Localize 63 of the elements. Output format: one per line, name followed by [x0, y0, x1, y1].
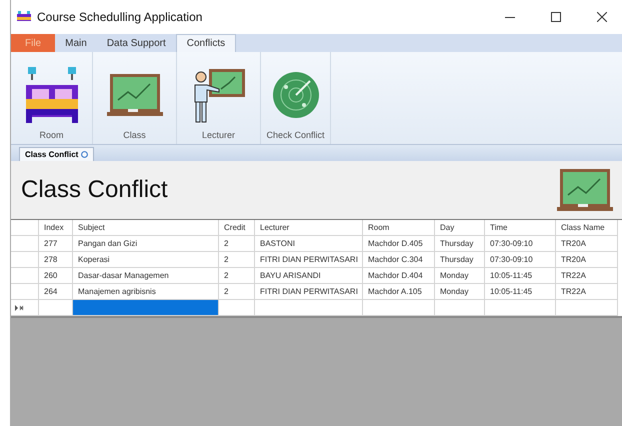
table-cell: Machdor D.404 — [363, 268, 435, 284]
row-header[interactable] — [11, 268, 39, 284]
table-cell: TR22A — [556, 268, 618, 284]
ribbon-button[interactable]: Lecturer — [177, 52, 261, 144]
bed-icon — [24, 65, 80, 125]
table-cell: BASTONI — [255, 236, 363, 252]
table-cell: Pangan dan Gizi — [73, 236, 219, 252]
ribbon-button[interactable]: Room — [11, 52, 93, 144]
table-cell: 2 — [219, 236, 255, 252]
table-cell: Machdor D.405 — [363, 236, 435, 252]
column-header[interactable]: Time — [485, 220, 556, 236]
table-cell: 07:30-09:10 — [485, 236, 556, 252]
row-header[interactable] — [11, 236, 39, 252]
ribbon-button[interactable]: Class — [93, 52, 177, 144]
table-cell: TR20A — [556, 236, 618, 252]
table-cell: 277 — [39, 236, 73, 252]
table-cell: Thursday — [435, 236, 485, 252]
table-cell: 10:05-11:45 — [485, 268, 556, 284]
ribbon-tab[interactable]: Data Support — [96, 34, 176, 52]
column-header[interactable]: Credit — [219, 220, 255, 236]
table-cell: 260 — [39, 268, 73, 284]
ribbon-tab[interactable]: Conflicts — [176, 34, 236, 52]
ribbon-button[interactable]: Check Conflict — [261, 52, 331, 144]
window-title: Course Schedulling Application — [37, 10, 204, 24]
chalkboard-icon — [106, 72, 164, 118]
new-row-cell[interactable] — [73, 300, 219, 316]
radar-icon — [272, 71, 320, 119]
table-cell: 2 — [219, 268, 255, 284]
column-header[interactable]: Room — [363, 220, 435, 236]
table-cell: 264 — [39, 284, 73, 300]
table-cell: Koperasi — [73, 252, 219, 268]
table-cell: TR20A — [556, 252, 618, 268]
chalkboard-icon — [556, 167, 614, 213]
table-cell: Monday — [435, 284, 485, 300]
maximize-icon[interactable] — [551, 12, 561, 22]
table-cell: 2 — [219, 284, 255, 300]
column-header[interactable]: Index — [39, 220, 73, 236]
ribbon-tab[interactable]: Main — [55, 34, 97, 52]
table-cell: 2 — [219, 252, 255, 268]
column-header[interactable]: Class Name — [556, 220, 618, 236]
table-cell: 07:30-09:10 — [485, 252, 556, 268]
table-cell: FITRI DIAN PERWITASARI — [255, 284, 363, 300]
table-cell: Machdor A.105 — [363, 284, 435, 300]
table-cell: Thursday — [435, 252, 485, 268]
column-header[interactable]: Day — [435, 220, 485, 236]
app-icon — [17, 11, 31, 23]
table-cell: TR22A — [556, 284, 618, 300]
row-header[interactable] — [11, 252, 39, 268]
document-tab[interactable]: Class Conflict — [19, 147, 94, 161]
column-header[interactable]: Lecturer — [255, 220, 363, 236]
minimize-icon[interactable] — [505, 16, 515, 18]
table-cell: BAYU ARISANDI — [255, 268, 363, 284]
column-header[interactable]: Subject — [73, 220, 219, 236]
row-header[interactable] — [11, 284, 39, 300]
table-cell: FITRI DIAN PERWITASARI — [255, 252, 363, 268]
table-cell: Dasar-dasar Managemen — [73, 268, 219, 284]
table-cell: Monday — [435, 268, 485, 284]
corner-header — [11, 220, 39, 236]
new-row-icon — [15, 304, 24, 310]
table-cell: 10:05-11:45 — [485, 284, 556, 300]
table-cell: 278 — [39, 252, 73, 268]
page-heading: Class Conflict — [21, 176, 168, 204]
table-cell: Machdor C.304 — [363, 252, 435, 268]
